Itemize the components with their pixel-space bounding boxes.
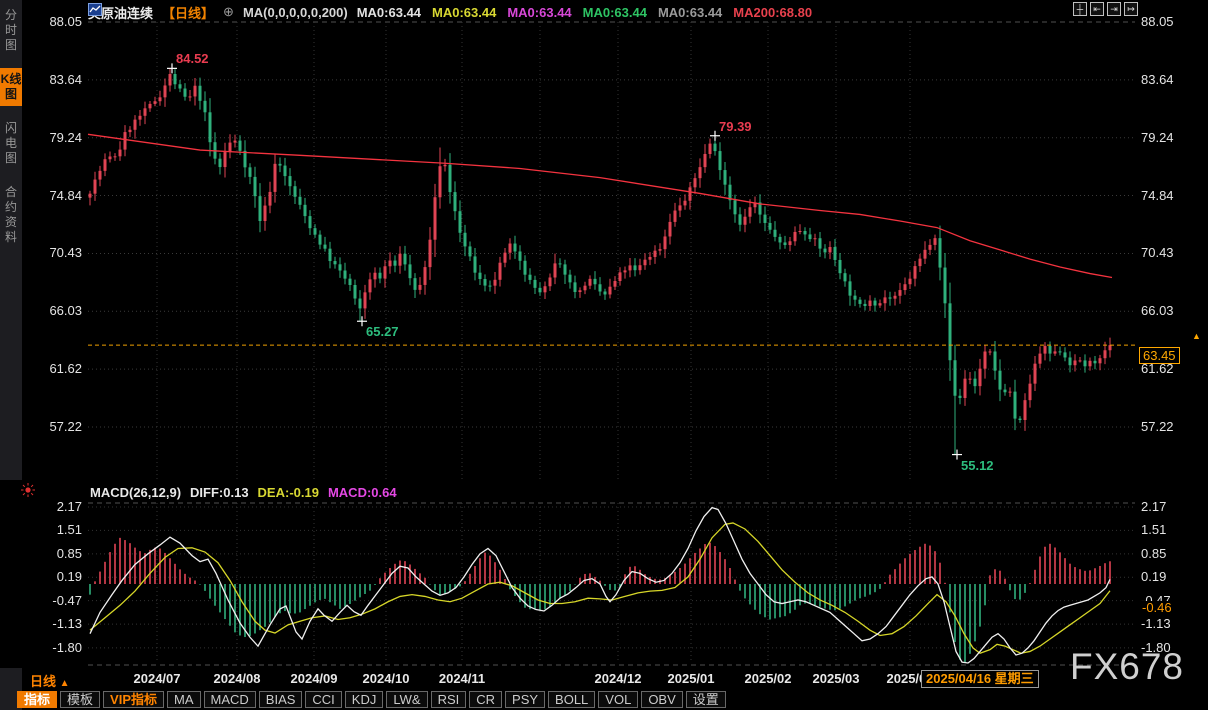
chart-type-icon[interactable] (88, 3, 102, 16)
x-axis-date-label: 2024/11 (439, 671, 485, 686)
macd-axis-label-right: -1.13 (1141, 616, 1171, 631)
macd-dea-value: DEA:-0.19 (258, 485, 319, 500)
fx678-watermark: FX678 (1070, 646, 1184, 688)
price-axis-label-left: 70.43 (28, 245, 82, 260)
toolbar-button-LW&[interactable]: LW& (386, 691, 427, 708)
price-axis-label-right: 70.43 (1141, 245, 1174, 260)
sidebar: 分时图 K线图闪电图合约资料 (0, 0, 22, 480)
price-axis-label-right: 83.64 (1141, 72, 1174, 87)
ma-values: MA0:63.44 MA0:63.44 MA0:63.44 MA0:63.44 MA0:… (357, 5, 812, 20)
chart-header: 美原油连续 【日线】 ⊕ MA(0,0,0,0,0,200) MA0:63.44… (88, 3, 812, 21)
toolbar-button-设置[interactable]: 设置 (686, 691, 726, 708)
extreme-price-annotation: 55.12 (961, 458, 994, 473)
kline-app: 分时图 K线图闪电图合约资料 美原油连续 【日线】 ⊕ MA(0,0,0,0,0,… (0, 0, 1208, 710)
price-axis-label-right: 66.03 (1141, 303, 1174, 318)
macd-axis-label-left: 2.17 (28, 499, 82, 514)
period-label[interactable]: 日线 ▲ (30, 671, 70, 690)
x-axis-date-label: 2025/01 (668, 671, 715, 686)
macd-axis-label-left: -1.80 (28, 640, 82, 655)
x-axis-date-label: 2025/02 (745, 671, 792, 686)
macd-diff-value: DIFF:0.13 (190, 485, 249, 500)
alert-blinker-icon[interactable] (20, 482, 36, 498)
toolbar-button-模板[interactable]: 模板 (60, 691, 100, 708)
price-axis-label-right: 88.05 (1141, 14, 1174, 29)
macd-cursor-value-tag: -0.46 (1140, 601, 1174, 615)
toolbar-button-CR[interactable]: CR (469, 691, 502, 708)
macd-axis-label-left: -0.47 (28, 593, 82, 608)
ma-settings-label[interactable]: MA(0,0,0,0,0,200) (243, 5, 348, 20)
price-axis-label-left: 88.05 (28, 14, 82, 29)
ma-value-label: MA0:63.44 (432, 5, 496, 20)
toolbar-button-MA[interactable]: MA (167, 691, 201, 708)
sidebar-item-selected[interactable]: K线图 (0, 68, 22, 106)
extreme-price-annotation: 79.39 (719, 119, 752, 134)
x-axis-date-label: 2024/10 (363, 671, 410, 686)
current-price-tag: 63.45 (1139, 347, 1180, 364)
price-axis-label-right: 74.84 (1141, 188, 1174, 203)
price-axis-label-right: 57.22 (1141, 419, 1174, 434)
price-axis-label-left: 66.03 (28, 303, 82, 318)
ma-value-label: MA0:63.44 (658, 5, 722, 20)
macd-value: MACD:0.64 (328, 485, 397, 500)
ma-value-label: MA0:63.44 (507, 5, 571, 20)
price-axis-label-left: 83.64 (28, 72, 82, 87)
extreme-price-annotation: 65.27 (366, 324, 399, 339)
toolbar-button-PSY[interactable]: PSY (505, 691, 545, 708)
chart-canvas[interactable] (0, 0, 1208, 710)
macd-axis-label-left: 1.51 (28, 522, 82, 537)
macd-axis-label-left: 0.19 (28, 569, 82, 584)
extreme-price-annotation: 84.52 (176, 51, 209, 66)
x-axis-date-label: 2024/07 (134, 671, 181, 686)
toolbar-button-KDJ[interactable]: KDJ (345, 691, 384, 708)
toolbar-button-CCI[interactable]: CCI (305, 691, 341, 708)
ma-value-label: MA0:63.44 (357, 5, 421, 20)
shift-right-icon[interactable]: ↦ (1124, 2, 1138, 16)
toolbar-button-指标[interactable]: 指标 (17, 691, 57, 708)
price-up-arrow-icon: ▲ (1192, 331, 1201, 341)
macd-header: MACD(26,12,9) DIFF:0.13 DEA:-0.19 MACD:0… (90, 485, 397, 500)
add-indicator-icon[interactable]: ⊕ (223, 4, 234, 20)
macd-axis-label-right: 0.19 (1141, 569, 1166, 584)
toolbar-button-BOLL[interactable]: BOLL (548, 691, 595, 708)
ma-value-label: MA0:63.44 (583, 5, 647, 20)
sidebar-item-tab[interactable]: 闪电图 (0, 117, 22, 170)
price-axis-label-left: 74.84 (28, 188, 82, 203)
sidebar-item-tab[interactable]: 合约资料 (0, 181, 22, 249)
toolbar-button-MACD[interactable]: MACD (204, 691, 256, 708)
macd-axis-label-right: 2.17 (1141, 499, 1166, 514)
scale-left-icon[interactable]: ⇤ (1090, 2, 1104, 16)
highlighted-date: 2025/04/16 星期三 (921, 670, 1039, 688)
chart-tool-icons: ┼⇤⇥↦ (1073, 2, 1138, 16)
macd-axis-label-left: -1.13 (28, 616, 82, 631)
sidebar-item-tab[interactable]: 分时图 (0, 4, 22, 57)
price-axis-label-left: 61.62 (28, 361, 82, 376)
price-axis-label-left: 57.22 (28, 419, 82, 434)
indicator-toolbar: 指标模板VIP指标MAMACDBIASCCIKDJLW&RSICRPSYBOLL… (17, 691, 726, 708)
macd-axis-label-right: 1.51 (1141, 522, 1166, 537)
toolbar-button-VOL[interactable]: VOL (598, 691, 638, 708)
price-axis-label-right: 79.24 (1141, 130, 1174, 145)
macd-axis-label-right: 0.85 (1141, 546, 1166, 561)
x-axis-date-label: 2024/08 (214, 671, 261, 686)
toolbar-button-OBV[interactable]: OBV (641, 691, 682, 708)
x-axis-date-label: 2024/09 (291, 671, 338, 686)
macd-formula-label[interactable]: MACD(26,12,9) (90, 485, 181, 500)
period-tag: 【日线】 (162, 3, 214, 22)
crosshair-icon[interactable]: ┼ (1073, 2, 1087, 16)
ma-value-label: MA200:68.80 (733, 5, 812, 20)
macd-axis-label-left: 0.85 (28, 546, 82, 561)
x-axis-date-label: 2024/12 (595, 671, 642, 686)
x-axis-date-label: 2025/03 (813, 671, 860, 686)
price-axis-label-left: 79.24 (28, 130, 82, 145)
period-up-arrow: ▲ (60, 678, 70, 689)
toolbar-button-BIAS[interactable]: BIAS (259, 691, 303, 708)
toolbar-button-VIP指标[interactable]: VIP指标 (103, 691, 164, 708)
toolbar-button-RSI[interactable]: RSI (431, 691, 467, 708)
scale-right-icon[interactable]: ⇥ (1107, 2, 1121, 16)
